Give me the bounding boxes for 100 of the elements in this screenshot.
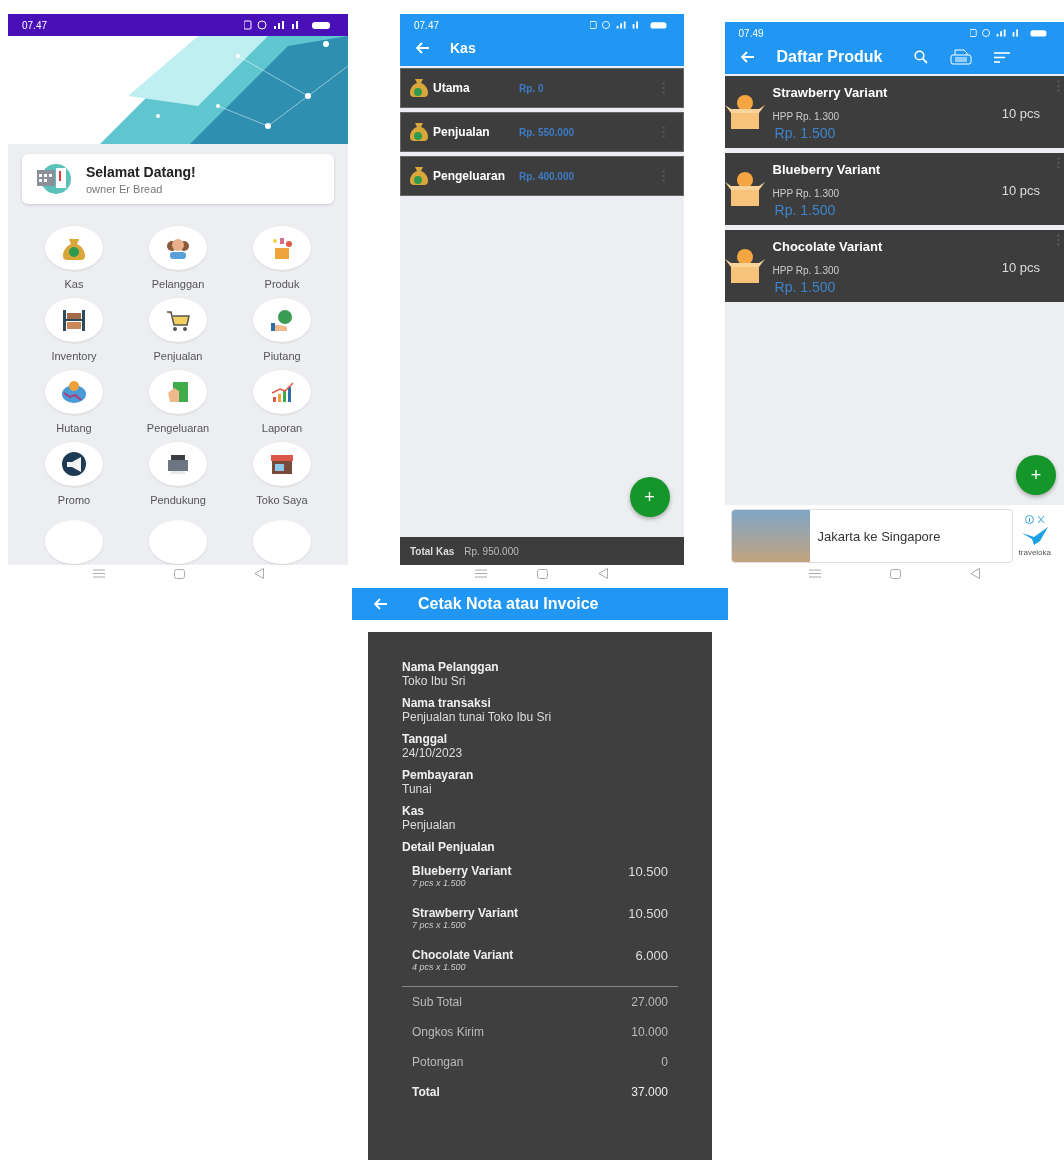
menu-item[interactable]: Produk: [232, 226, 332, 290]
account-name: Pengeluaran: [433, 169, 507, 183]
bird-logo-icon: [1021, 527, 1048, 545]
cash-account-row[interactable]: Utama Rp. 0: [400, 68, 684, 108]
welcome-title: Selamat Datang!: [86, 163, 196, 180]
total-label: Potongan: [412, 1055, 464, 1069]
menu-nav-icon[interactable]: [475, 569, 488, 578]
box-coin-icon: [724, 93, 765, 131]
account-balance: Rp. 550.000: [519, 126, 576, 138]
search-icon[interactable]: [914, 50, 929, 64]
menu-item[interactable]: Pengeluaran: [128, 370, 228, 434]
status-time: 07.49: [738, 27, 764, 39]
back-arrow-icon[interactable]: [374, 598, 388, 610]
money-bag-icon: [409, 78, 429, 98]
menu-item[interactable]: Penjualan: [128, 298, 228, 362]
menu-item-circle[interactable]: [149, 520, 207, 564]
home-nav-icon[interactable]: [173, 568, 185, 579]
selling-price: Rp. 1.500: [774, 202, 837, 218]
screen-title: Cetak Nota atau Invoice: [418, 595, 599, 613]
status-time: 07.47: [22, 19, 48, 31]
field-value: Penjualan tunai Toko Ibu Sri: [402, 710, 553, 724]
field-value: Toko Ibu Sri: [402, 674, 467, 688]
add-button[interactable]: +: [629, 477, 670, 517]
total-value: 10.000: [631, 1025, 668, 1039]
status-time: 07.47: [414, 19, 440, 31]
field-label: Nama Pelanggan: [402, 660, 500, 674]
menu-item[interactable]: Piutang: [232, 298, 332, 362]
total-label: Total Kas: [410, 545, 455, 557]
item-amount: 6.000: [635, 948, 668, 965]
brand-name: traveloka: [1018, 548, 1051, 557]
owner-name: owner Er Bread: [86, 182, 164, 195]
field-label: Pembayaran: [402, 768, 475, 782]
add-button[interactable]: +: [1016, 455, 1056, 495]
field-label: Kas: [402, 804, 425, 818]
menu-item[interactable]: Pendukung: [128, 442, 228, 506]
csv-export-icon[interactable]: [950, 49, 973, 65]
cash-account-row[interactable]: Pengeluaran Rp. 400.000: [400, 156, 684, 196]
field-label: Nama transaksi: [402, 696, 492, 710]
box-coin-icon: [724, 247, 765, 285]
menu-item[interactable]: Pelanggan: [128, 226, 228, 290]
item-quantity: 7 pcs x 1.500: [412, 878, 467, 888]
ad-text: Jakarta ke Singapore: [817, 528, 941, 544]
home-nav-icon[interactable]: [537, 568, 549, 579]
menu-nav-icon[interactable]: [808, 569, 821, 578]
item-quantity: 7 pcs x 1.500: [412, 920, 467, 930]
stock-quantity: 10 pcs: [1001, 106, 1040, 121]
item-amount: 10.500: [628, 864, 668, 881]
shelf-icon: [60, 307, 88, 333]
item-amount: 10.500: [628, 906, 668, 923]
account-balance: Rp. 0: [519, 82, 545, 94]
home-nav-icon[interactable]: [889, 568, 901, 579]
cash-account-row[interactable]: Penjualan Rp. 550.000: [400, 112, 684, 152]
product-name: Chocolate Variant: [772, 239, 884, 254]
back-arrow-icon[interactable]: [416, 42, 430, 54]
selling-price: Rp. 1.500: [774, 125, 837, 141]
product-row[interactable]: Chocolate Variant HPP Rp. 1.300 Rp. 1.500 10 pcs: [724, 230, 1064, 302]
menu-item[interactable]: Promo: [24, 442, 124, 506]
field-label: Tanggal: [402, 732, 449, 746]
field-value: Tunai: [402, 782, 433, 796]
money-bag-icon: [409, 122, 429, 142]
back-nav-icon[interactable]: [598, 568, 609, 579]
menu-item[interactable]: Inventory: [24, 298, 124, 362]
menu-item-circle[interactable]: [45, 520, 103, 564]
product-name: Blueberry Variant: [772, 162, 882, 177]
item-name: Blueberry Variant: [412, 864, 512, 878]
cost-price: HPP Rp. 1.300: [772, 188, 841, 199]
product-row[interactable]: Strawberry Variant HPP Rp. 1.300 Rp. 1.500 10 pcs: [724, 76, 1064, 148]
globe-icon: [60, 379, 88, 405]
menu-item[interactable]: Hutang: [24, 370, 124, 434]
back-nav-icon[interactable]: [253, 568, 264, 579]
menu-item[interactable]: Kas: [24, 226, 124, 290]
account-name: Penjualan: [433, 125, 491, 139]
section-heading: Detail Penjualan: [402, 840, 496, 854]
cost-price: HPP Rp. 1.300: [772, 111, 841, 122]
account-balance: Rp. 400.000: [519, 170, 576, 182]
total-label: Sub Total: [412, 995, 462, 1009]
total-value: 27.000: [631, 995, 668, 1009]
sort-icon[interactable]: [994, 51, 1011, 63]
ad-banner[interactable]: Jakarta ke Singapore: [730, 509, 1013, 563]
item-quantity: 4 pcs x 1.500: [412, 962, 467, 972]
item-name: Chocolate Variant: [412, 948, 514, 962]
item-name: Strawberry Variant: [412, 906, 519, 920]
field-value: Penjualan: [402, 818, 457, 832]
total-value: Rp. 950.000: [464, 545, 519, 557]
stock-quantity: 10 pcs: [1001, 260, 1040, 275]
product-row[interactable]: Blueberry Variant HPP Rp. 1.300 Rp. 1.500 10 pcs: [724, 153, 1064, 225]
calendar-receipt-icon: [34, 162, 72, 196]
back-nav-icon[interactable]: [969, 568, 980, 579]
selling-price: Rp. 1.500: [774, 279, 837, 295]
menu-nav-icon[interactable]: [92, 569, 105, 578]
total-label: Ongkos Kirim: [412, 1025, 485, 1039]
info-close-icon[interactable]: [1024, 515, 1045, 524]
menu-item[interactable]: Toko Saya: [232, 442, 332, 506]
menu-item-circle[interactable]: [253, 520, 311, 564]
menu-item[interactable]: Laporan: [232, 370, 332, 434]
total-value: 0: [661, 1055, 668, 1069]
megaphone-icon: [60, 451, 88, 477]
back-arrow-icon[interactable]: [740, 51, 755, 63]
product-name: Strawberry Variant: [772, 85, 889, 100]
cost-price: HPP Rp. 1.300: [772, 265, 841, 276]
